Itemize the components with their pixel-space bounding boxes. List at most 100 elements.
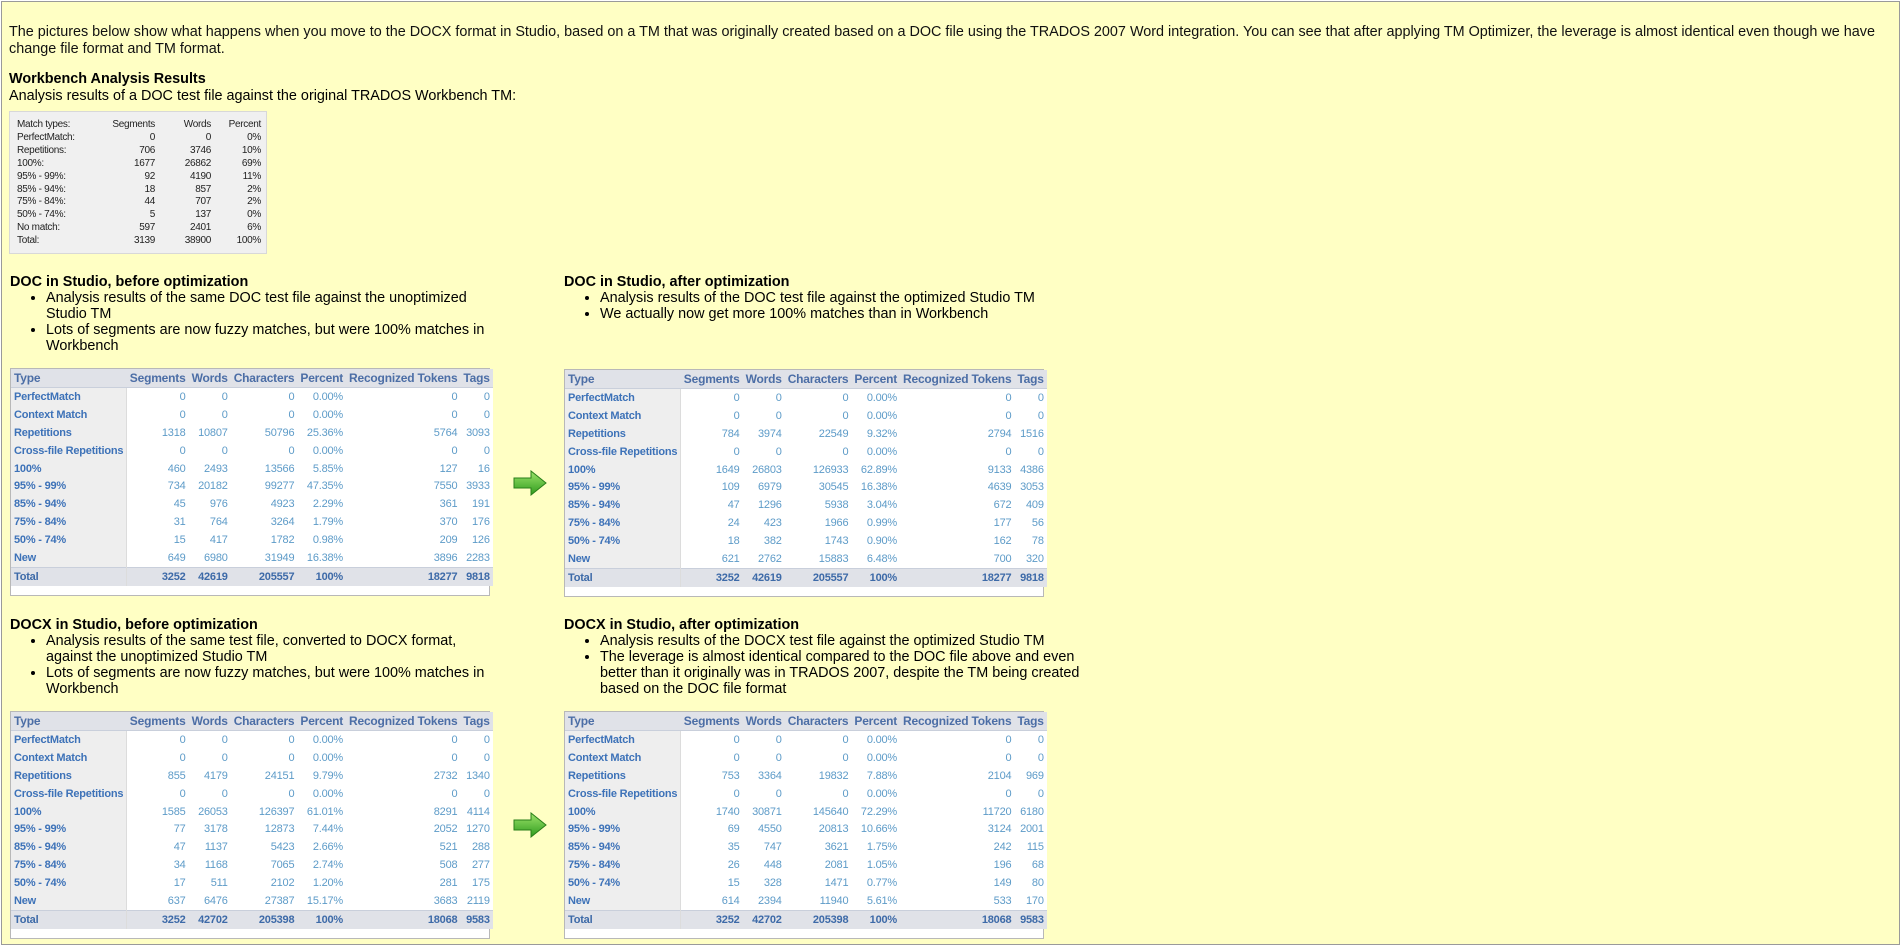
column-header: Percent [297,712,347,731]
cell-value: 2.29% [312,498,344,511]
green-right-arrow-icon [513,470,547,496]
row-label: 100%: [17,157,44,169]
cell-value: 614 [721,894,740,907]
table-row: 75% - 84% 26 448 2081 1.05% 196 68 [565,856,1047,875]
cell-value: 31 [173,516,186,529]
docx-after-heading: DOCX in Studio, after optimization [564,617,800,633]
cell-value: 328 [763,877,782,890]
cell-value: 0 [1037,409,1044,422]
cell-value: 2493 [204,462,228,475]
column-header: Type [11,369,127,388]
cell-value: 0 [179,733,186,746]
table-row: Cross-file Repetitions 0 0 0 0.00% 0 0 [565,784,1047,803]
cell-value: 0.00% [312,444,344,457]
row-label: Total: [17,235,40,247]
cell-value: 18068 [346,909,461,929]
cell-value: 4179 [204,769,228,782]
docx-before-table-frame: Type Segments Words Characters Percent Recogn… [10,711,493,939]
cell-value: 0 [1037,733,1044,746]
cell-value: 92 [144,170,155,182]
table-row: 100% 1585 26053 126397 61.01% 8291 4114 [11,802,493,821]
cell-value: 191 [471,498,490,511]
cell-value: 1.75% [866,841,898,854]
row-label: 85% - 94% [11,495,128,514]
row-label: 85% - 94%: [17,183,66,195]
list-item: Analysis results of the same DOC test fi… [46,290,501,322]
cell-value: 45 [173,498,186,511]
row-label: PerfectMatch [11,730,128,749]
cell-value: 100% [236,235,262,247]
cell-value: 4923 [270,498,295,511]
cell-value: 621 [721,552,740,565]
cell-value: 1.79% [312,516,344,529]
cell-value: 0 [179,787,186,800]
doc-after-analysis-table: Type Segments Words Characters Percent Recogn… [565,370,1047,587]
cell-value: 1340 [466,769,490,782]
table-row: PerfectMatch 0 0 0 0.00% 0 0 [565,730,1047,749]
cell-value: 20182 [198,480,228,493]
column-header: Segments [680,712,743,731]
row-label: 100% [11,459,128,478]
cell-value: 100% [297,566,347,586]
cell-value: 0 [1037,445,1044,458]
cell-value: 0% [247,131,261,143]
cell-value: 707 [195,196,211,208]
cell-value: 1296 [758,499,782,512]
cell-value: 0 [483,751,490,764]
cell-value: 0 [288,751,295,764]
row-label: 95% - 99% [11,820,128,839]
cell-value: 242 [993,841,1012,854]
column-header: Percent [851,370,901,389]
list-item: Lots of segments are now fuzzy matches, … [46,322,501,354]
cell-value: 0 [149,131,156,143]
column-header: Words [188,369,231,388]
table-row: Context Match 0 0 0 0.00% 0 0 [11,405,493,424]
cell-value: 1270 [466,823,490,836]
cell-value: 0 [483,733,490,746]
cell-value: 0 [483,787,490,800]
cell-value: 0.00% [312,408,344,421]
cell-value: 3093 [466,426,490,439]
doc-after-table-frame: Type Segments Words Characters Percent Recogn… [564,369,1047,597]
cell-value: 205557 [230,566,298,586]
doc-before-bullets: Analysis results of the same DOC test fi… [10,290,501,354]
cell-value: 3053 [1020,481,1044,494]
cell-value: 3.04% [866,499,898,512]
cell-value: 78 [1031,535,1044,548]
list-item: Analysis results of the DOC test file ag… [600,290,1120,306]
cell-value: 16.38% [306,551,344,564]
table-header-row: Type Segments Words Characters Percent Recogn… [11,712,493,731]
cell-value: 6476 [204,894,228,907]
row-label: 95% - 99% [11,477,128,496]
cell-value: 0 [483,408,490,421]
cell-value: 100% [851,909,901,929]
cell-value: 9.79% [312,769,344,782]
row-label: Repetitions [565,766,682,785]
row-label: PerfectMatch: [17,131,75,143]
table-row: Context Match 0 0 0 0.00% 0 0 [565,406,1047,425]
cell-value: 0 [1005,445,1012,458]
cell-value: 11% [242,170,262,182]
cell-value: 0 [221,408,228,421]
cell-value: 18068 [900,909,1015,929]
cell-value: 0 [733,733,740,746]
cell-value: 0 [179,444,186,457]
cell-value: 1743 [824,535,849,548]
cell-value: 0 [179,408,186,421]
cell-value: 1677 [133,157,155,169]
table-row: 85% - 94% 35 747 3621 1.75% 242 115 [565,838,1047,857]
cell-value: 2102 [270,877,295,890]
cell-value: 47.35% [306,480,344,493]
cell-value: 281 [439,877,458,890]
table-row: 100% 460 2493 13566 5.85% 127 16 [11,459,493,478]
cell-value: 0 [483,444,490,457]
cell-value: Segments [112,119,155,130]
table-row: 50% - 74% 17 511 2102 1.20% 281 175 [11,874,493,893]
cell-value: 0 [451,733,458,746]
row-label: PerfectMatch [565,388,682,407]
table-total-row: Total 3252 42619 205557 100% 18277 9818 [11,566,493,586]
cell-value: 0.00% [312,751,344,764]
row-label: Cross-file Repetitions [11,441,128,460]
cell-value: 649 [167,551,186,564]
row-label: New [11,549,128,568]
